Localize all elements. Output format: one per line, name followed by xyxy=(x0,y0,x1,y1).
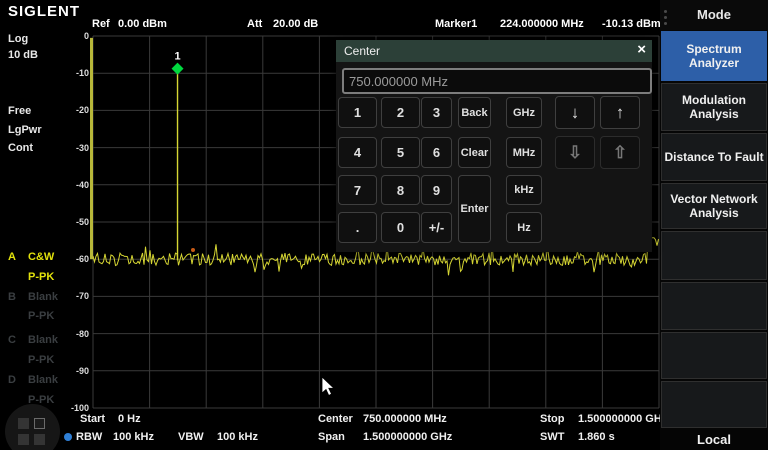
key-4[interactable]: 4 xyxy=(338,137,377,168)
dialog-titlebar[interactable]: Center × xyxy=(336,40,652,62)
spectrum-analyzer-screen: 1 SIGLENT Ref 0.00 dBm Att 20.00 dB Mark… xyxy=(0,0,768,450)
key-plusminus[interactable]: +/- xyxy=(421,212,452,243)
center-frequency-dialog: Center × 1 2 3 4 5 6 7 8 9 . 0 +/- Back … xyxy=(336,40,652,252)
unit-khz-button[interactable]: kHz xyxy=(506,175,542,205)
key-7[interactable]: 7 xyxy=(338,175,377,205)
arrow-page-up-icon[interactable]: ⇧ xyxy=(600,136,640,169)
unit-mhz-button[interactable]: MHz xyxy=(506,137,542,168)
arrow-up-icon[interactable]: ↑ xyxy=(600,96,640,129)
enter-button[interactable]: Enter xyxy=(458,175,491,243)
key-2[interactable]: 2 xyxy=(381,97,420,128)
close-icon[interactable]: × xyxy=(637,41,646,58)
key-8[interactable]: 8 xyxy=(381,175,420,205)
key-5[interactable]: 5 xyxy=(381,137,420,168)
clear-button[interactable]: Clear xyxy=(458,137,491,168)
back-button[interactable]: Back xyxy=(458,97,491,128)
frequency-input[interactable] xyxy=(342,68,652,94)
key-0[interactable]: 0 xyxy=(381,212,420,243)
key-1[interactable]: 1 xyxy=(338,97,377,128)
key-9[interactable]: 9 xyxy=(421,175,452,205)
dialog-title: Center xyxy=(344,44,380,58)
unit-hz-button[interactable]: Hz xyxy=(506,212,542,243)
svg-text:1: 1 xyxy=(174,51,180,63)
arrow-down-icon[interactable]: ↓ xyxy=(555,96,595,129)
unit-ghz-button[interactable]: GHz xyxy=(506,97,542,128)
key-decimal[interactable]: . xyxy=(338,212,377,243)
arrow-page-down-icon[interactable]: ⇩ xyxy=(555,136,595,169)
key-6[interactable]: 6 xyxy=(421,137,452,168)
key-3[interactable]: 3 xyxy=(421,97,452,128)
